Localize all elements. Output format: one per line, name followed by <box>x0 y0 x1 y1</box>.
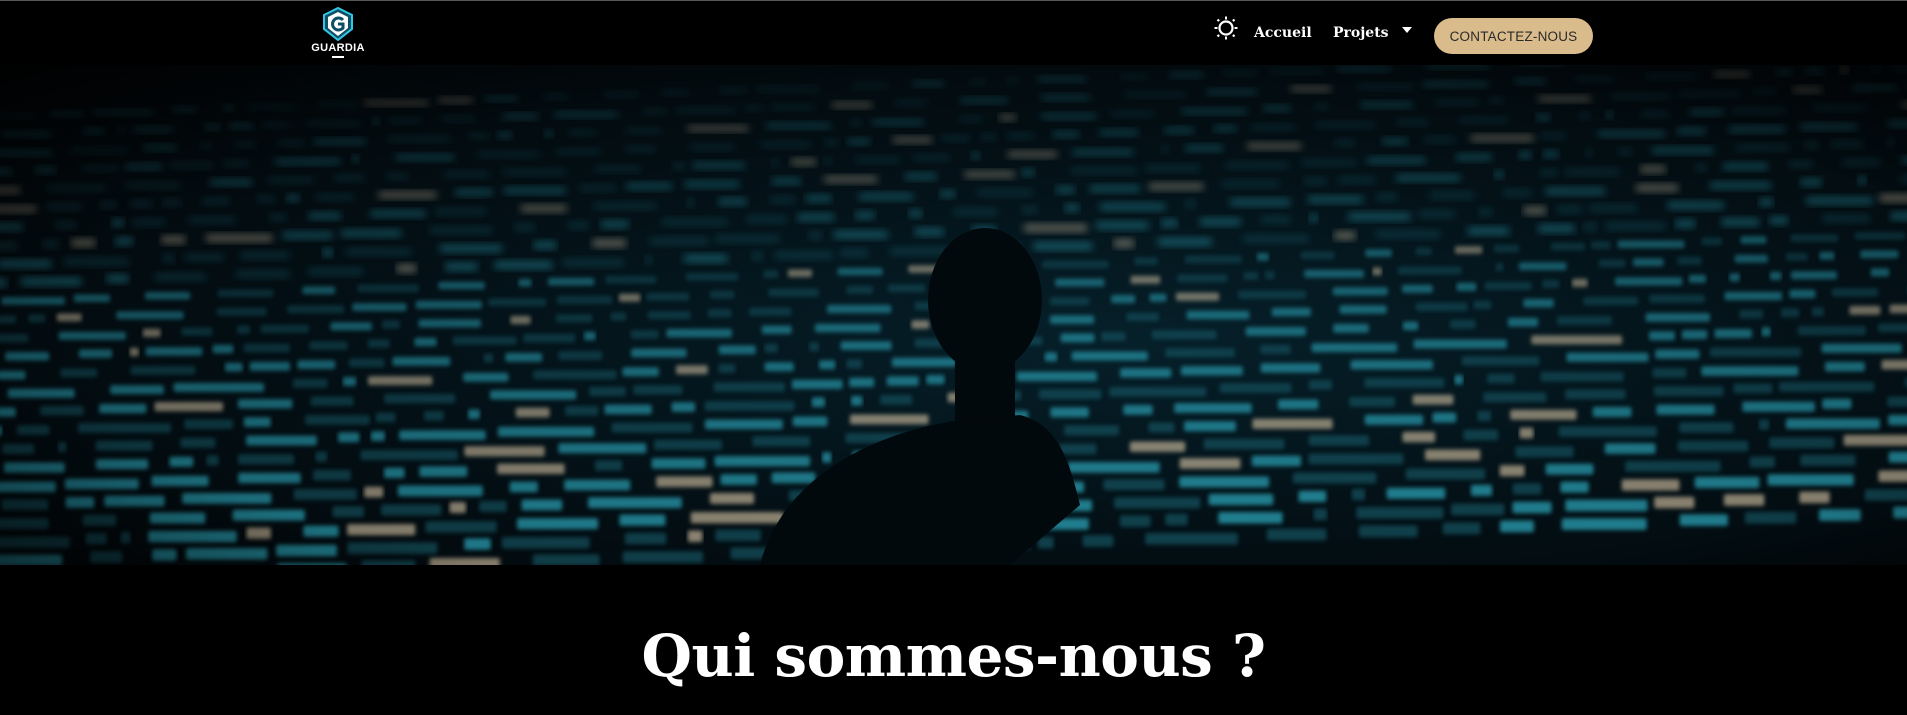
nav-link-projets[interactable]: Projets <box>1333 25 1389 41</box>
site-header: GUARDIA Accueil Projets CONTACTEZ-NOUS <box>0 0 1907 65</box>
hero-banner <box>0 65 1907 565</box>
contact-button[interactable]: CONTACTEZ-NOUS <box>1434 18 1593 54</box>
caret-down-icon[interactable] <box>1402 27 1412 33</box>
logo-underline <box>332 56 344 58</box>
guardia-logo[interactable]: GUARDIA <box>308 7 368 59</box>
guardia-shield-icon <box>323 7 353 41</box>
section-title: Qui sommes-nous ? <box>641 622 1266 690</box>
logo-text: GUARDIA <box>311 42 365 54</box>
hero-image <box>0 65 1907 565</box>
sun-icon[interactable] <box>1214 16 1238 40</box>
nav-link-accueil[interactable]: Accueil <box>1254 25 1312 41</box>
